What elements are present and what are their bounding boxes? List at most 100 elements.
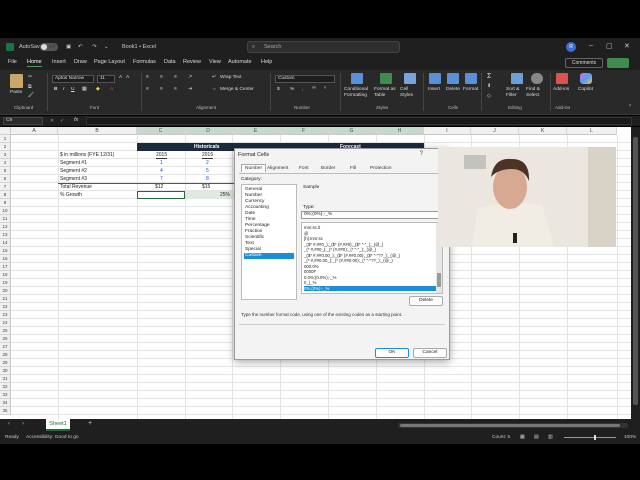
menu-automate[interactable]: Automate <box>228 59 252 65</box>
fx-icon[interactable]: fx <box>74 117 78 123</box>
column-header-e[interactable]: E <box>232 127 280 135</box>
number-format-select[interactable]: Custom <box>275 75 335 83</box>
close-icon[interactable]: ✕ <box>624 42 630 50</box>
row-header-34[interactable]: 34 <box>0 399 11 407</box>
type-input[interactable]: 0%;(0%);-_% <box>301 211 441 219</box>
menu-insert[interactable]: Insert <box>52 59 66 65</box>
tab-border[interactable]: Border <box>321 166 335 171</box>
formula-input[interactable] <box>86 117 632 125</box>
row-header-4[interactable]: 4 <box>0 159 11 167</box>
horizontal-scrollbar[interactable] <box>398 423 628 428</box>
delete-format-button[interactable]: Delete <box>409 296 443 306</box>
row-header-19[interactable]: 19 <box>0 279 11 287</box>
tab-fill[interactable]: Fill <box>350 166 356 171</box>
tab-protection[interactable]: Protection <box>370 166 392 171</box>
wrap-text-button[interactable]: Wrap Text <box>220 75 241 80</box>
sheet-tab-sheet1[interactable]: Sheet1 <box>46 419 70 431</box>
underline-icon[interactable]: U <box>71 87 74 92</box>
avatar[interactable]: R <box>566 42 576 52</box>
row-header-33[interactable]: 33 <box>0 391 11 399</box>
minimize-icon[interactable]: – <box>589 42 593 49</box>
share-button[interactable] <box>607 58 629 68</box>
sort-filter-icon[interactable] <box>511 73 523 84</box>
column-header-g[interactable]: G <box>328 127 376 135</box>
conditional-formatting-button[interactable]: Conditional Formatting <box>344 87 372 98</box>
zoom-level[interactable]: 100% <box>624 435 636 440</box>
column-header-b[interactable]: B <box>58 127 137 135</box>
tab-font[interactable]: Font <box>299 166 309 171</box>
column-header-j[interactable]: J <box>471 127 519 135</box>
column-header-a[interactable]: A <box>11 127 58 135</box>
undo-icon[interactable]: ↶ <box>78 44 83 50</box>
zoom-slider-handle[interactable] <box>594 435 596 440</box>
menu-review[interactable]: Review <box>183 59 201 65</box>
increase-font-icon[interactable]: A <box>119 75 122 80</box>
column-header-d[interactable]: D <box>185 127 232 135</box>
format-button[interactable]: Format <box>463 87 478 92</box>
row-header-8[interactable]: 8 <box>0 191 11 199</box>
font-color-icon[interactable]: A <box>110 87 113 92</box>
row-header-30[interactable]: 30 <box>0 367 11 375</box>
normal-view-icon[interactable]: ▦ <box>520 435 525 440</box>
sort-filter-button[interactable]: Sort & Filter <box>506 87 528 98</box>
page-layout-view-icon[interactable]: ▤ <box>534 435 539 440</box>
save-icon[interactable]: ▣ <box>66 44 71 50</box>
fill-icon[interactable]: ⬇ <box>487 84 491 89</box>
row-header-31[interactable]: 31 <box>0 375 11 383</box>
row-header-24[interactable]: 24 <box>0 319 11 327</box>
help-icon[interactable]: ? <box>420 151 423 157</box>
column-header-h[interactable]: H <box>376 127 424 135</box>
collapse-ribbon-icon[interactable]: ⌃ <box>628 105 632 110</box>
tab-alignment[interactable]: Alignment <box>267 166 288 171</box>
column-header-i[interactable]: I <box>424 127 471 135</box>
active-cell[interactable] <box>137 191 185 199</box>
align-center-icon[interactable]: ≡ <box>160 87 163 92</box>
row-header-18[interactable]: 18 <box>0 271 11 279</box>
wrap-text-icon[interactable]: ↵ <box>212 75 216 80</box>
search-input[interactable]: ⌕ Search <box>247 41 400 53</box>
paste-icon[interactable] <box>10 74 23 88</box>
fill-color-icon[interactable]: ◆ <box>96 87 100 92</box>
confirm-entry-icon[interactable]: ✓ <box>60 118 64 124</box>
row-header-17[interactable]: 17 <box>0 263 11 271</box>
menu-page-layout[interactable]: Page Layout <box>94 59 125 65</box>
cell-styles-icon[interactable] <box>404 73 416 84</box>
insert-cells-icon[interactable] <box>429 73 441 84</box>
row-header-20[interactable]: 20 <box>0 287 11 295</box>
cut-icon[interactable]: ✂ <box>28 75 32 80</box>
font-name-select[interactable]: Aptos Narrow <box>52 75 94 83</box>
row-header-11[interactable]: 11 <box>0 215 11 223</box>
row-header-27[interactable]: 27 <box>0 343 11 351</box>
row-header-5[interactable]: 5 <box>0 167 11 175</box>
column-header-f[interactable]: F <box>280 127 328 135</box>
find-select-icon[interactable] <box>531 73 543 84</box>
delete-cells-icon[interactable] <box>447 73 459 84</box>
row-header-1[interactable]: 1 <box>0 135 11 143</box>
row-header-21[interactable]: 21 <box>0 295 11 303</box>
row-header-12[interactable]: 12 <box>0 223 11 231</box>
row-header-13[interactable]: 13 <box>0 231 11 239</box>
decrease-font-icon[interactable]: A <box>126 75 129 80</box>
format-code-list[interactable]: mm:ss.0 @ [h]:mm:ss _($* #,##0_);_($* (#… <box>301 222 443 294</box>
row-header-23[interactable]: 23 <box>0 311 11 319</box>
row-header-35[interactable]: 35 <box>0 407 11 415</box>
ok-button[interactable]: OK <box>375 348 409 358</box>
currency-icon[interactable]: $ <box>277 87 280 92</box>
row-header-26[interactable]: 26 <box>0 335 11 343</box>
align-right-icon[interactable]: ≡ <box>174 87 177 92</box>
menu-draw[interactable]: Draw <box>74 59 87 65</box>
row-header-14[interactable]: 14 <box>0 239 11 247</box>
column-header-l[interactable]: L <box>567 127 617 135</box>
copilot-icon[interactable] <box>580 73 592 84</box>
category-list[interactable]: General Number Currency Accounting Date … <box>241 184 297 300</box>
bold-icon[interactable]: B <box>54 87 57 92</box>
merge-icon[interactable]: ⇔ <box>212 87 217 92</box>
next-sheet-icon[interactable]: › <box>22 421 24 427</box>
align-top-icon[interactable]: ≡ <box>146 75 149 80</box>
align-left-icon[interactable]: ≡ <box>146 87 149 92</box>
horizontal-scroll-thumb[interactable] <box>400 424 620 427</box>
page-break-view-icon[interactable]: ▥ <box>548 435 553 440</box>
add-sheet-button[interactable]: + <box>88 420 92 427</box>
accessibility-status[interactable]: Accessibility: Good to go <box>26 435 79 440</box>
autosum-icon[interactable]: Σ <box>487 73 491 80</box>
